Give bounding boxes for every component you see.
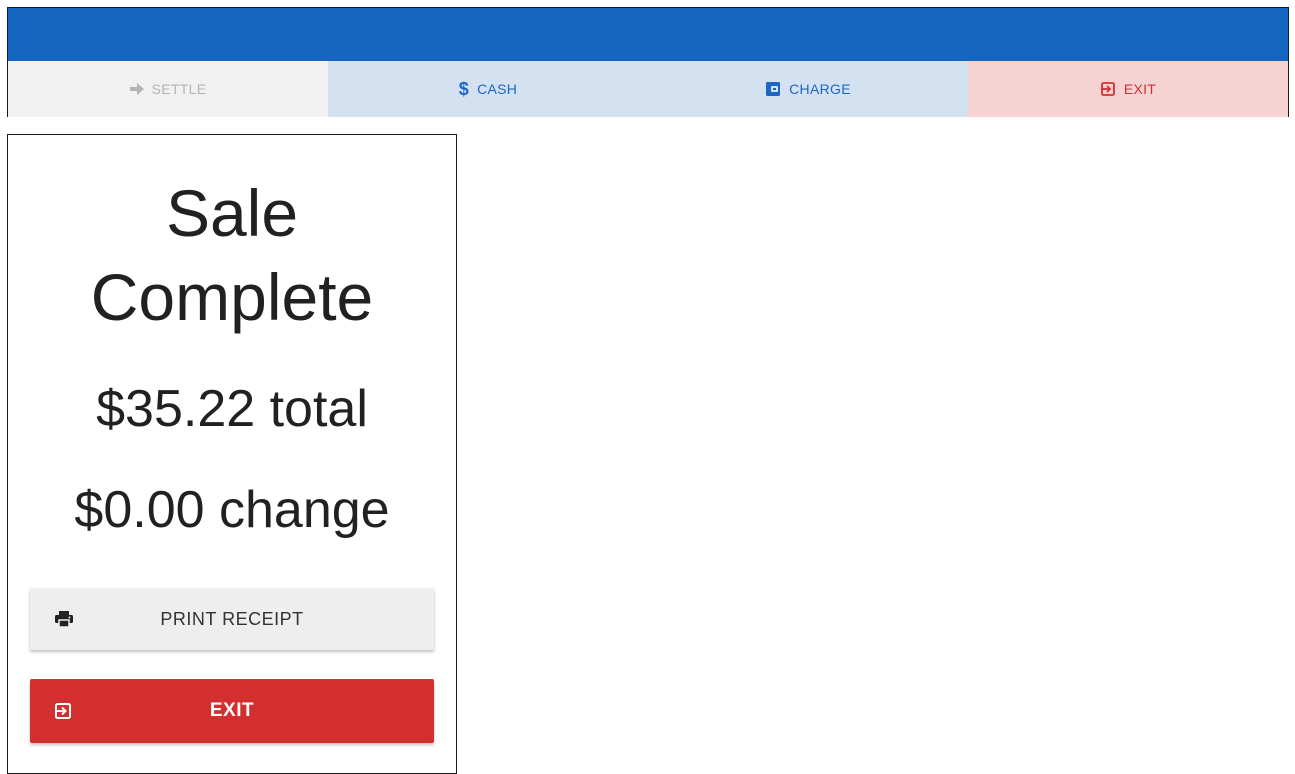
- top-toolbar: SETTLE $ CASH CHARGE EXIT: [7, 7, 1289, 117]
- exit-icon: [1100, 81, 1116, 97]
- header-bar: [8, 8, 1288, 61]
- sale-title-line1: Sale: [165, 176, 299, 250]
- tab-charge[interactable]: CHARGE: [648, 61, 968, 117]
- print-receipt-button[interactable]: PRINT RECEIPT: [30, 588, 434, 650]
- tab-settle[interactable]: SETTLE: [8, 61, 328, 117]
- tab-exit-label: EXIT: [1123, 81, 1157, 97]
- arrow-right-icon: [129, 83, 144, 95]
- tab-exit[interactable]: EXIT: [968, 61, 1288, 117]
- exit-icon: [54, 702, 72, 720]
- tab-cash-label: CASH: [477, 81, 518, 97]
- sale-change: $0.00 change: [74, 481, 390, 539]
- tab-charge-label: CHARGE: [789, 81, 851, 97]
- printer-icon: [54, 609, 74, 629]
- tab-cash[interactable]: $ CASH: [328, 61, 648, 117]
- dollar-icon: $: [458, 78, 470, 99]
- exit-button[interactable]: EXIT: [30, 679, 434, 743]
- credit-card-icon: [765, 81, 781, 97]
- sale-total: $35.22 total: [96, 380, 368, 438]
- exit-button-label: EXIT: [209, 700, 255, 721]
- action-tabs: SETTLE $ CASH CHARGE EXIT: [8, 61, 1288, 117]
- tab-settle-label: SETTLE: [151, 81, 207, 97]
- print-receipt-label: PRINT RECEIPT: [160, 608, 304, 629]
- sale-complete-panel: Sale Complete $35.22 total $0.00 change …: [7, 134, 457, 774]
- sale-title-line2: Complete: [90, 260, 374, 334]
